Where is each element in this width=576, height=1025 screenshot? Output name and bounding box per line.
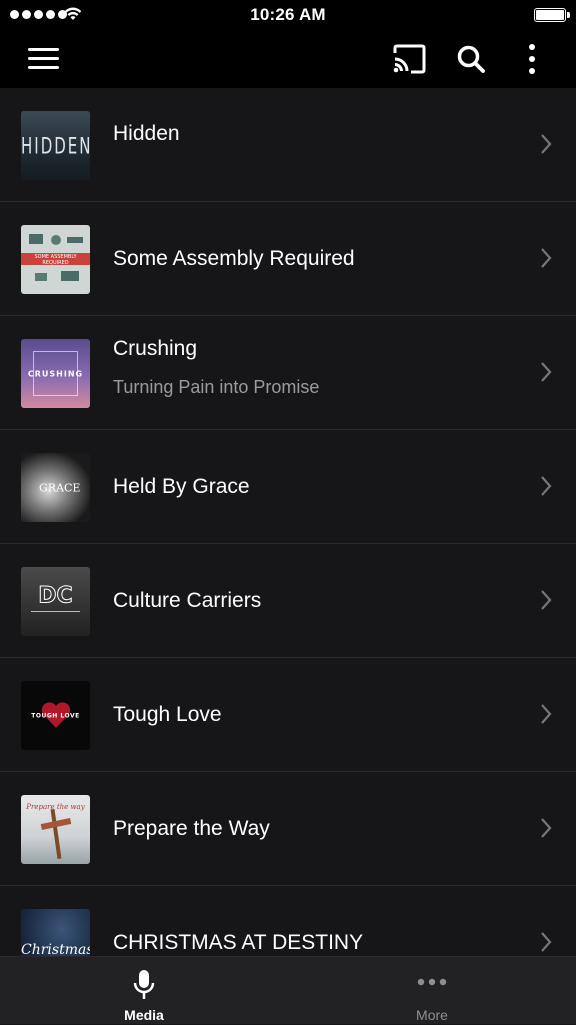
series-title: Some Assembly Required [113, 247, 355, 270]
series-list: HIDDEN Hidden SOME ASSEMBLY REQUIRED Som… [0, 88, 576, 956]
series-artwork: CRUSHING [21, 339, 90, 408]
battery-icon [534, 8, 570, 22]
artwork-text: CRUSHING [27, 369, 84, 378]
chevron-right-icon [541, 590, 552, 610]
series-item-held-by-grace[interactable]: GRACE Held By Grace [0, 430, 576, 544]
chevron-right-icon [541, 134, 552, 154]
series-artwork: Christmas [21, 909, 90, 956]
chevron-right-icon [541, 476, 552, 496]
cast-icon[interactable] [392, 44, 426, 74]
artwork-text: Prepare the way [26, 803, 85, 811]
chevron-right-icon [541, 248, 552, 268]
series-artwork: Prepare the way [21, 795, 90, 864]
series-title: Crushing [113, 337, 198, 360]
search-icon[interactable] [456, 44, 486, 74]
tab-media[interactable]: Media [0, 957, 288, 1025]
series-title: Held By Grace [113, 475, 250, 498]
artwork-text: DC [38, 583, 73, 609]
chevron-right-icon [541, 818, 552, 838]
series-title: Culture Carriers [113, 589, 262, 612]
status-time: 10:26 AM [250, 5, 326, 24]
series-artwork: HIDDEN [21, 111, 90, 180]
series-title: Prepare the Way [113, 817, 270, 840]
tab-label: Media [124, 1007, 164, 1023]
series-item-hidden[interactable]: HIDDEN Hidden [0, 88, 576, 202]
series-item-some-assembly-required[interactable]: SOME ASSEMBLY REQUIRED Some Assembly Req… [0, 202, 576, 316]
series-artwork: TOUGH LOVE [21, 681, 90, 750]
series-artwork: GRACE [21, 453, 90, 522]
series-artwork: SOME ASSEMBLY REQUIRED [21, 225, 90, 294]
series-title: Hidden [113, 122, 180, 145]
series-item-christmas-at-destiny[interactable]: Christmas CHRISTMAS AT DESTINY [0, 886, 576, 956]
series-item-crushing[interactable]: CRUSHING Crushing Turning Pain into Prom… [0, 316, 576, 430]
chevron-right-icon [541, 362, 552, 382]
series-title: CHRISTMAS AT DESTINY [113, 931, 364, 954]
menu-icon[interactable] [28, 48, 59, 70]
chevron-right-icon [541, 932, 552, 952]
series-title: Tough Love [113, 703, 222, 726]
bottom-tab-bar: Media More [0, 956, 576, 1024]
tab-label: More [416, 1007, 448, 1023]
more-vertical-icon[interactable] [522, 42, 542, 76]
microphone-icon [133, 970, 155, 999]
artwork-text: GRACE [39, 481, 81, 494]
artwork-text: TOUGH LOVE [31, 712, 80, 719]
series-subtitle: Turning Pain into Promise [113, 377, 320, 397]
series-artwork: DC [21, 567, 90, 636]
series-item-tough-love[interactable]: TOUGH LOVE Tough Love [0, 658, 576, 772]
artwork-text: SOME ASSEMBLY REQUIRED [34, 253, 77, 266]
more-horizontal-icon [417, 978, 447, 986]
status-bar: 10:26 AM [0, 0, 576, 30]
top-app-bar [0, 30, 576, 88]
series-item-culture-carriers[interactable]: DC Culture Carriers [0, 544, 576, 658]
series-item-prepare-the-way[interactable]: Prepare the way Prepare the Way [0, 772, 576, 886]
artwork-text: Christmas [21, 942, 90, 956]
chevron-right-icon [541, 704, 552, 724]
artwork-text: HIDDEN [21, 132, 90, 159]
tab-more[interactable]: More [288, 957, 576, 1025]
